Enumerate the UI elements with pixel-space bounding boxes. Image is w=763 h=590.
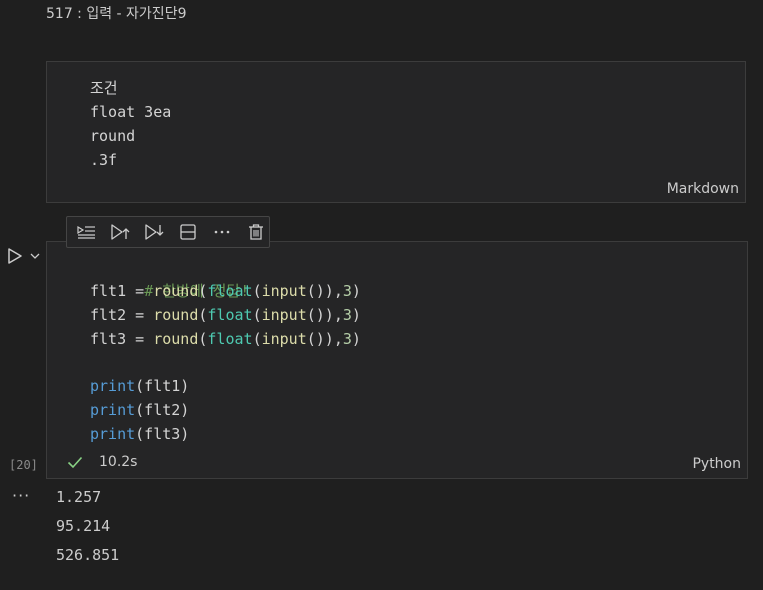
code-token: ()), (306, 306, 343, 324)
code-line: # 한방에 정답! (90, 255, 361, 300)
run-below-button[interactable] (141, 219, 167, 245)
code-token: ( (252, 306, 262, 324)
chevron-down-icon (30, 253, 40, 259)
code-token: (flt2) (135, 401, 190, 419)
code-token: ( (252, 330, 262, 348)
play-icon (8, 248, 22, 264)
code-token: 3 (342, 306, 352, 324)
code-line: print(flt1) (90, 374, 361, 398)
code-editor[interactable]: # 한방에 정답! flt1 = round(float(input()),3)… (90, 255, 361, 446)
delete-cell-button[interactable] (243, 219, 269, 245)
cell-status-bar: 10.2s Python (47, 448, 747, 478)
check-icon (67, 456, 83, 469)
execution-count: [20] (9, 458, 38, 472)
more-actions-button[interactable] (209, 219, 235, 245)
cell-toolbar (66, 216, 270, 248)
code-line: print(flt2) (90, 398, 361, 422)
code-token: round (153, 282, 199, 300)
code-line: flt1 = round(float(input()),3) (90, 279, 361, 303)
output-line: 95.214 (56, 517, 111, 535)
code-token: 3 (342, 282, 352, 300)
run-below-icon (145, 224, 164, 240)
code-token: (flt3) (135, 425, 190, 443)
code-token: 3 (342, 330, 352, 348)
output-line: 1.257 (56, 488, 102, 506)
code-token: ()), (306, 282, 343, 300)
code-token: print (90, 401, 136, 419)
delete-icon (249, 224, 263, 240)
code-token: ) (351, 282, 361, 300)
code-line: print(flt3) (90, 422, 361, 446)
markdown-line: .3f (90, 151, 118, 169)
code-cell[interactable]: # 한방에 정답! flt1 = round(float(input()),3)… (46, 241, 748, 479)
markdown-line: round (90, 127, 136, 145)
markdown-language-label[interactable]: Markdown (667, 181, 739, 197)
code-token: = (126, 330, 154, 348)
code-token: = (126, 282, 154, 300)
run-options-chevron[interactable] (28, 248, 42, 262)
markdown-line: float 3ea (90, 103, 172, 121)
run-above-button[interactable] (107, 219, 133, 245)
code-token: ) (351, 306, 361, 324)
code-token: ( (252, 282, 262, 300)
code-token: input (261, 330, 307, 348)
code-token: float (207, 282, 253, 300)
split-cell-button[interactable] (175, 219, 201, 245)
execution-time: 10.2s (99, 454, 138, 470)
more-icon (214, 230, 230, 234)
markdown-line: 조건 (90, 79, 118, 97)
code-token: ) (351, 330, 361, 348)
code-token: float (207, 330, 253, 348)
run-cell-button[interactable] (6, 246, 24, 266)
cell-output: 1.257 95.214 526.851 (56, 488, 119, 575)
code-token: = (126, 306, 154, 324)
execute-above-button[interactable] (73, 219, 99, 245)
code-token: ()), (306, 330, 343, 348)
code-token: input (261, 306, 307, 324)
code-token: (flt1) (135, 377, 190, 395)
output-line: 526.851 (56, 546, 120, 564)
run-above-icon (111, 224, 130, 240)
code-token: flt1 (90, 282, 127, 300)
code-token: float (207, 306, 253, 324)
language-selector[interactable]: Python (692, 456, 741, 472)
code-line: flt3 = round(float(input()),3) (90, 327, 361, 351)
markdown-content: 조건 float 3ea round .3f (90, 76, 171, 172)
code-token: round (153, 306, 199, 324)
code-line: flt2 = round(float(input()),3) (90, 303, 361, 327)
cell-title: 517 : 입력 - 자가진단9 (46, 6, 187, 22)
code-token: round (153, 330, 199, 348)
code-token: print (90, 377, 136, 395)
code-token: print (90, 425, 136, 443)
output-actions-button[interactable]: ··· (12, 486, 30, 505)
code-token: input (261, 282, 307, 300)
split-cell-icon (180, 224, 196, 240)
execute-above-icon (77, 225, 95, 239)
code-token: flt3 (90, 330, 127, 348)
code-token: flt2 (90, 306, 127, 324)
markdown-cell[interactable]: 조건 float 3ea round .3f Markdown (46, 61, 746, 203)
